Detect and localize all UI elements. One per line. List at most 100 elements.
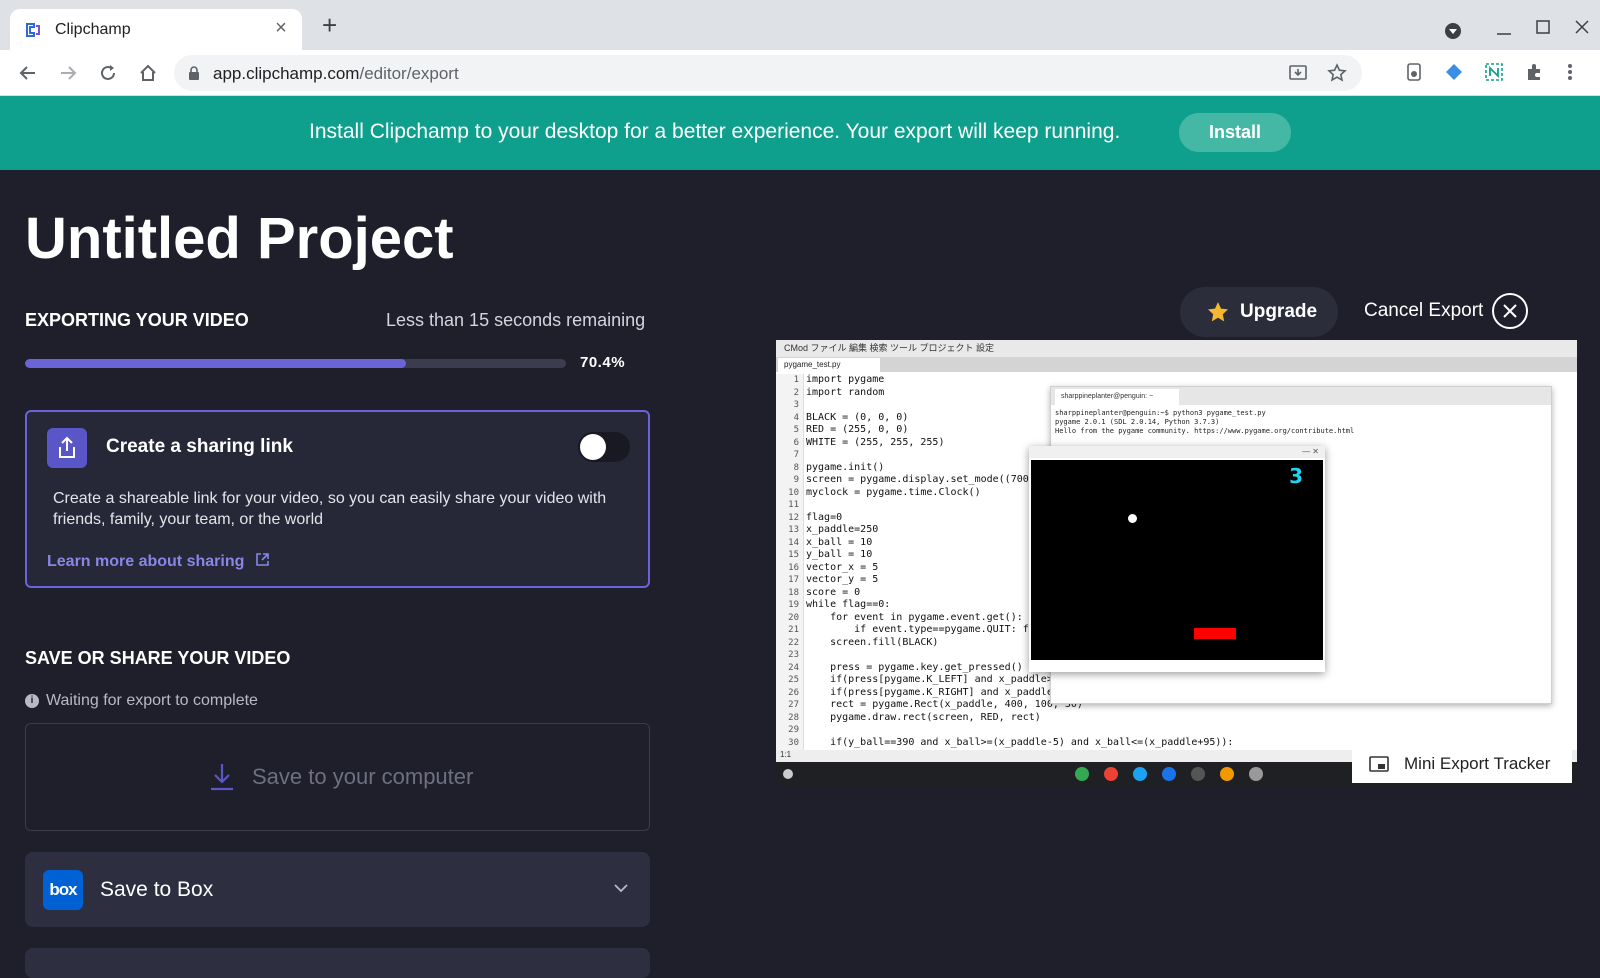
save-share-heading: SAVE OR SHARE YOUR VIDEO: [25, 648, 291, 668]
save-to-computer-button[interactable]: Save to your computer: [25, 723, 650, 831]
preview-line-number: 26: [788, 687, 799, 698]
cancel-export-icon[interactable]: [1492, 293, 1528, 329]
export-progress-fill: [25, 359, 406, 368]
extensions-puzzle-icon[interactable]: [1524, 62, 1544, 82]
project-title: Untitled Project: [25, 206, 454, 271]
new-tab-button[interactable]: +: [322, 12, 337, 38]
save-to-box-label: Save to Box: [100, 878, 214, 901]
forward-icon[interactable]: [53, 58, 83, 88]
browser-tab-strip: Clipchamp × +: [0, 0, 1600, 50]
preview-line-number: 16: [788, 562, 799, 573]
preview-line-number: 9: [793, 475, 799, 485]
learn-more-label: Learn more about sharing: [47, 553, 245, 570]
cancel-export-label[interactable]: Cancel Export: [1364, 300, 1483, 322]
preview-game-window: — ✕ 3: [1029, 446, 1325, 672]
chevron-down-icon: [614, 884, 628, 893]
preview-line-number: 22: [788, 637, 799, 648]
minimize-icon[interactable]: [1495, 24, 1513, 38]
install-button[interactable]: Install: [1179, 113, 1291, 152]
close-window-icon[interactable]: [1574, 19, 1590, 35]
export-time-remaining: Less than 15 seconds remaining: [386, 310, 646, 330]
waiting-status: i Waiting for export to complete: [25, 692, 258, 710]
save-to-box-button[interactable]: box Save to Box: [25, 852, 650, 927]
preview-line-number: 12: [788, 512, 799, 523]
preview-game-canvas: 3: [1031, 460, 1323, 660]
preview-menubar: CMod ファイル 編集 検索 ツール プロジェクト 設定: [776, 340, 1577, 357]
sharing-link-description: Create a shareable link for your video, …: [53, 490, 607, 528]
extension-diamond-icon[interactable]: [1444, 62, 1464, 82]
preview-game-score: 3: [1289, 464, 1303, 488]
profile-menu-icon[interactable]: [1444, 22, 1462, 40]
install-banner: Install Clipchamp to your desktop for a …: [0, 96, 1600, 170]
preview-code-line: if(y_ball==390 and x_ball>=(x_paddle-5) …: [806, 736, 1234, 748]
preview-line-number: 24: [788, 662, 799, 673]
url-text[interactable]: app.clipchamp.com/editor/export: [213, 64, 459, 84]
upgrade-label: Upgrade: [1240, 301, 1318, 322]
mini-export-tracker-button[interactable]: Mini Export Tracker: [1352, 745, 1572, 783]
preview-line-number: 10: [788, 487, 799, 498]
preview-code-line: [806, 724, 1233, 737]
tab-title: Clipchamp: [55, 21, 131, 38]
sharing-link-toggle[interactable]: [578, 432, 630, 462]
box-logo: box: [43, 870, 83, 910]
preview-terminal-line: Hello from the pygame community. https:/…: [1055, 427, 1355, 435]
preview-line-number: 19: [788, 600, 799, 610]
preview-line-number: 5: [793, 425, 799, 435]
preview-line-number: 27: [788, 700, 799, 710]
download-icon: [211, 764, 233, 791]
share-upload-icon: [47, 428, 87, 468]
extension-doc-icon[interactable]: [1405, 62, 1423, 82]
info-icon: i: [25, 694, 39, 708]
preview-tabbar: pygame_test.py: [776, 357, 1577, 372]
preview-line-number: 14: [788, 537, 799, 548]
clipchamp-favicon-icon: [26, 23, 40, 37]
next-destination-card[interactable]: [25, 948, 650, 978]
preview-line-number: 30: [788, 737, 799, 748]
save-to-computer-label: Save to your computer: [252, 764, 474, 789]
upgrade-button[interactable]: Upgrade: [1180, 287, 1338, 337]
tab-close-icon[interactable]: ×: [270, 17, 292, 40]
preview-line-number: 28: [788, 712, 799, 723]
preview-code-line: import pygame: [806, 374, 885, 385]
browser-toolbar: app.clipchamp.com/editor/export: [0, 50, 1600, 96]
banner-text: Install Clipchamp to your desktop for a …: [309, 120, 1121, 143]
export-heading: EXPORTING YOUR VIDEO: [25, 310, 249, 330]
preview-terminal-output: sharppineplanter@penguin:~$ python3 pyga…: [1055, 409, 1354, 436]
preview-line-number: 13: [788, 525, 799, 535]
preview-file-tab: pygame_test.py: [778, 358, 880, 372]
sharing-link-title: Create a sharing link: [106, 436, 293, 457]
reload-icon[interactable]: [93, 58, 123, 88]
waiting-text: Waiting for export to complete: [46, 692, 258, 709]
preview-line-number: 11: [788, 500, 799, 510]
browser-tab[interactable]: Clipchamp ×: [10, 9, 302, 50]
preview-line-number: 17: [788, 575, 799, 585]
preview-line-number: 8: [793, 462, 799, 473]
maximize-icon[interactable]: [1535, 19, 1551, 35]
extension-n-icon[interactable]: [1484, 62, 1504, 82]
preview-line-number: 4: [793, 412, 799, 423]
lock-icon[interactable]: [188, 66, 200, 80]
learn-more-sharing-link[interactable]: Learn more about sharing: [47, 552, 270, 571]
bookmark-star-icon[interactable]: [1327, 63, 1347, 83]
preview-code-line: pygame.draw.rect(screen, RED, rect): [806, 711, 1041, 723]
home-icon[interactable]: [133, 58, 163, 88]
sharing-link-card: Create a sharing link Create a shareable…: [25, 410, 650, 588]
preview-game-ball: [1128, 514, 1137, 523]
preview-line-number: 21: [788, 625, 799, 635]
video-preview: CMod ファイル 編集 検索 ツール プロジェクト 設定 pygame_tes…: [776, 340, 1577, 786]
preview-game-paddle: [1194, 628, 1236, 639]
export-progress-percent: 70.4%: [580, 354, 626, 371]
star-icon: [1208, 302, 1228, 322]
preview-line-number: 29: [788, 725, 799, 735]
preview-line-number: 1: [793, 375, 799, 385]
address-bar[interactable]: app.clipchamp.com/editor/export: [174, 55, 1362, 91]
preview-terminal-tab: sharppineplanter@penguin: ~: [1055, 389, 1179, 405]
preview-line-number: 25: [788, 675, 799, 685]
mini-export-tracker-label: Mini Export Tracker: [1404, 754, 1551, 773]
preview-line-number: 23: [788, 650, 799, 660]
preview-line-number: 3: [793, 400, 799, 410]
back-icon[interactable]: [13, 58, 43, 88]
install-app-icon[interactable]: [1288, 63, 1308, 83]
browser-menu-icon[interactable]: [1567, 62, 1573, 82]
preview-line-number: 2: [793, 387, 799, 398]
